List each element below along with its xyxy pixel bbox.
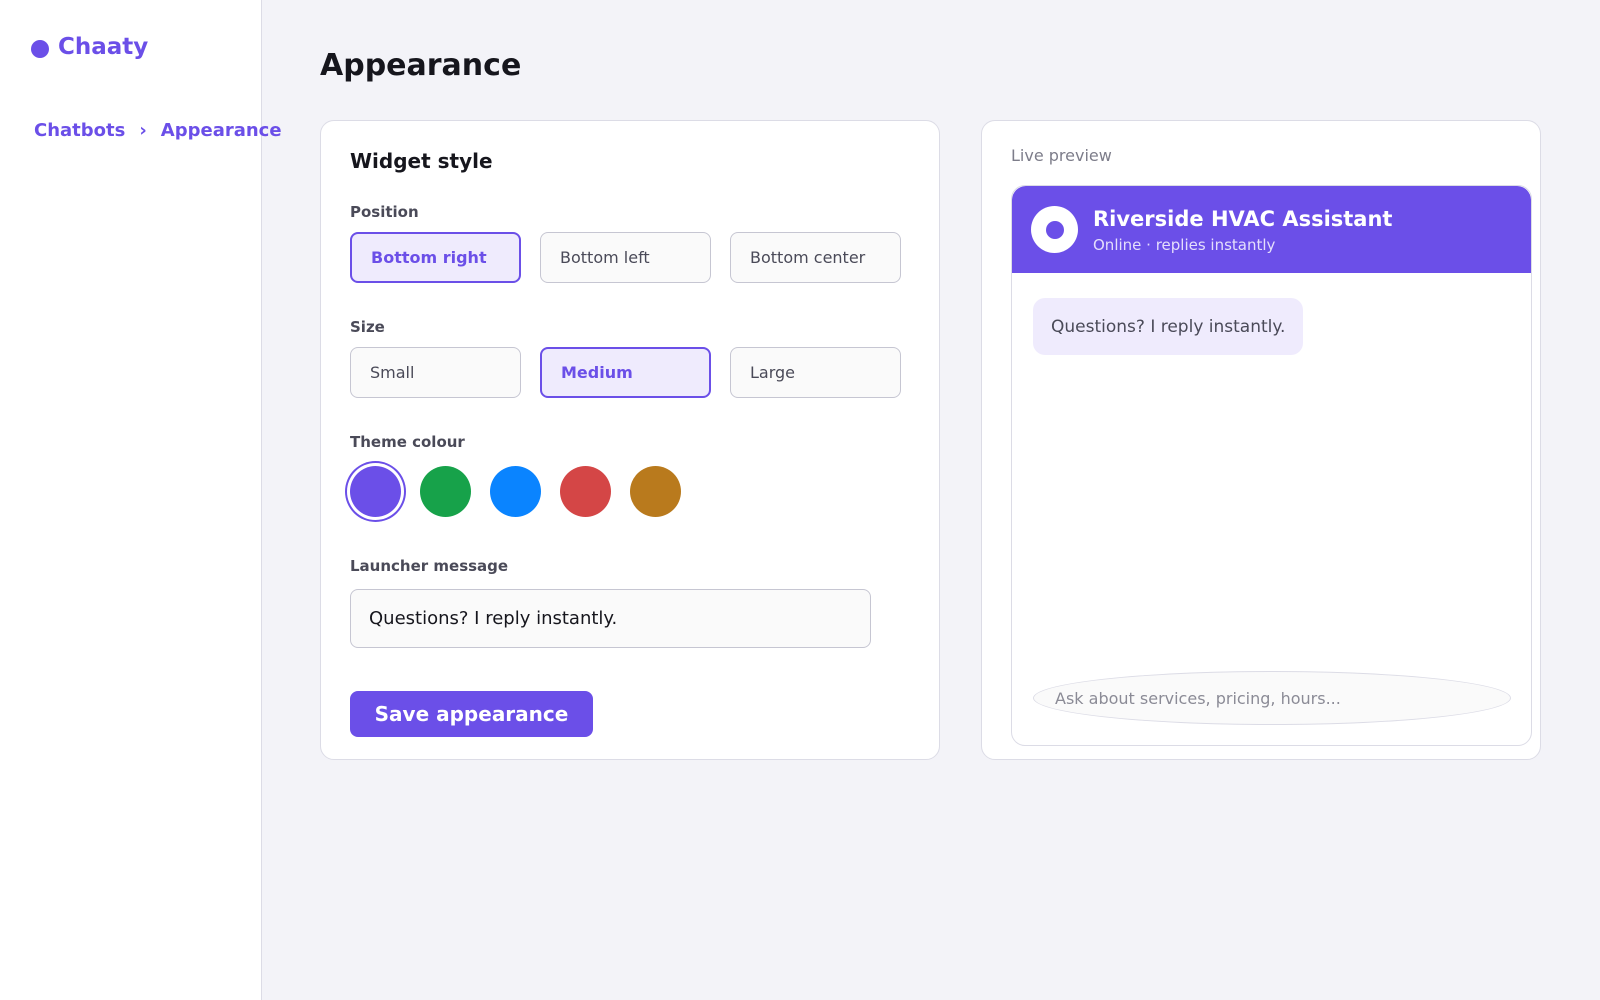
position-bottom-center-button[interactable]: Bottom center — [730, 232, 901, 283]
launcher-message-input[interactable] — [350, 589, 871, 648]
launcher-message-label: Launcher message — [350, 557, 509, 575]
size-options: Small Medium Large — [350, 347, 901, 398]
swatch-blue[interactable] — [490, 466, 541, 517]
swatch-purple[interactable] — [350, 466, 401, 517]
swatch-amber[interactable] — [630, 466, 681, 517]
position-options: Bottom right Bottom left Bottom center — [350, 232, 901, 283]
position-bottom-right-button[interactable]: Bottom right — [350, 232, 521, 283]
chat-widget-header: Riverside HVAC Assistant Online · replie… — [1012, 186, 1531, 273]
swatch-green[interactable] — [420, 466, 471, 517]
bot-status: Online · replies instantly — [1093, 236, 1276, 254]
bot-avatar-icon — [1045, 220, 1064, 239]
live-preview-card: Live preview Riverside HVAC Assistant On… — [981, 120, 1541, 760]
chat-input[interactable] — [1033, 671, 1511, 725]
breadcrumb-appearance[interactable]: Appearance — [161, 120, 282, 141]
sidebar: Chaaty — [0, 0, 262, 1000]
size-label: Size — [350, 318, 385, 336]
page-title: Appearance — [320, 48, 522, 83]
size-medium-button[interactable]: Medium — [540, 347, 711, 398]
swatch-red[interactable] — [560, 466, 611, 517]
brand-logo[interactable]: Chaaty — [31, 34, 148, 60]
app-name: Chaaty — [58, 34, 149, 60]
brand-dot-icon — [31, 39, 49, 58]
theme-colour-label: Theme colour — [350, 433, 465, 451]
position-bottom-left-button[interactable]: Bottom left — [540, 232, 711, 283]
breadcrumb-chevron-icon: › — [139, 120, 147, 141]
size-large-button[interactable]: Large — [730, 347, 901, 398]
widget-style-card: Widget style Position Bottom right Botto… — [320, 120, 940, 760]
size-small-button[interactable]: Small — [350, 347, 521, 398]
theme-colour-swatches — [350, 466, 681, 517]
bot-name: Riverside HVAC Assistant — [1093, 207, 1393, 231]
breadcrumb-chatbots[interactable]: Chatbots — [34, 120, 125, 141]
widget-style-title: Widget style — [350, 149, 493, 173]
bot-avatar — [1031, 206, 1078, 253]
breadcrumb: Chatbots › Appearance — [34, 120, 282, 141]
position-label: Position — [350, 203, 419, 221]
chat-message-bubble: Questions? I reply instantly. — [1033, 298, 1304, 355]
live-preview-label: Live preview — [1011, 146, 1112, 165]
chat-widget-preview: Riverside HVAC Assistant Online · replie… — [1011, 185, 1532, 746]
save-appearance-button[interactable]: Save appearance — [350, 691, 593, 737]
